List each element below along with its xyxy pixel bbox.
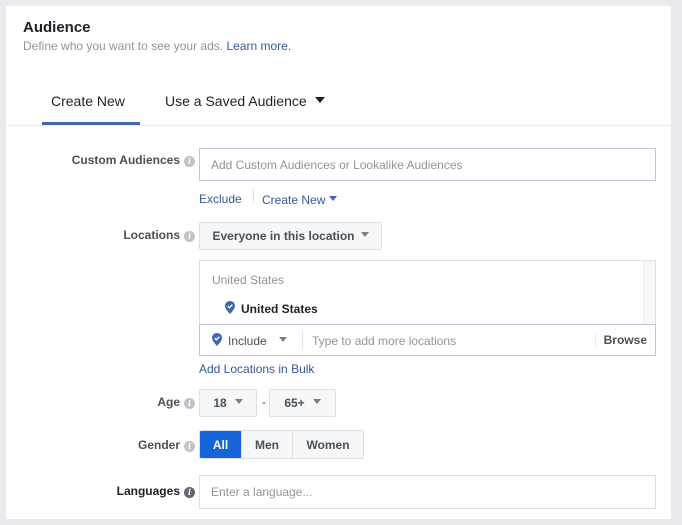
selected-location-item[interactable]: United States bbox=[225, 301, 318, 317]
custom-audiences-input[interactable]: Add Custom Audiences or Lookalike Audien… bbox=[199, 148, 656, 181]
gender-men-button[interactable]: Men bbox=[242, 431, 293, 458]
learn-more-link[interactable]: Learn more. bbox=[226, 39, 291, 53]
age-min-select[interactable]: 18 bbox=[199, 389, 257, 417]
label-text: Custom Audiences bbox=[71, 153, 180, 167]
select-value: Everyone in this location bbox=[212, 229, 355, 243]
active-tab-indicator bbox=[42, 122, 140, 125]
info-icon[interactable]: i bbox=[184, 398, 195, 409]
select-value: 18 bbox=[213, 396, 227, 410]
gender-label: Gender i bbox=[138, 438, 195, 452]
location-search-bar: Include Type to add more locations Brows… bbox=[199, 324, 656, 356]
caret-down-icon bbox=[312, 398, 321, 404]
audience-panel: Audience Define who you want to see your… bbox=[6, 6, 671, 519]
select-value: 65+ bbox=[284, 396, 305, 410]
browse-button[interactable]: Browse bbox=[604, 333, 647, 347]
locations-box: United States United States Include Type… bbox=[199, 260, 656, 356]
divider bbox=[302, 331, 303, 349]
gender-women-button[interactable]: Women bbox=[293, 431, 363, 458]
select-value: Include bbox=[228, 334, 267, 348]
location-scope-select[interactable]: Everyone in this location bbox=[199, 222, 382, 250]
link-divider bbox=[253, 189, 254, 203]
label-text: Locations bbox=[123, 228, 180, 242]
location-group-header: United States bbox=[212, 273, 285, 287]
info-icon[interactable]: i bbox=[184, 441, 195, 452]
divider bbox=[595, 332, 596, 348]
tab-create-new[interactable]: Create New bbox=[51, 93, 125, 109]
locations-scrollbar[interactable] bbox=[643, 261, 655, 324]
info-icon[interactable]: i bbox=[184, 156, 195, 167]
tab-label: Create New bbox=[51, 93, 125, 109]
label-text: Languages bbox=[116, 484, 180, 498]
age-separator: - bbox=[262, 395, 266, 409]
caret-down-icon bbox=[360, 231, 369, 237]
exclude-link[interactable]: Exclude bbox=[199, 192, 242, 206]
locations-label: Locations i bbox=[123, 228, 195, 242]
selected-locations-list: United States United States bbox=[200, 261, 644, 324]
caret-down-icon bbox=[314, 97, 325, 104]
age-label: Age i bbox=[157, 395, 195, 409]
input-placeholder: Add Custom Audiences or Lookalike Audien… bbox=[211, 157, 463, 172]
section-title: Audience bbox=[23, 19, 91, 36]
custom-audiences-label: Custom Audiences i bbox=[72, 153, 195, 167]
input-placeholder: Enter a language... bbox=[211, 485, 313, 499]
gender-toggle-group: All Men Women bbox=[199, 430, 364, 459]
create-new-dropdown[interactable]: Create New bbox=[262, 193, 338, 207]
caret-down-icon bbox=[278, 336, 287, 342]
link-text: Create New bbox=[262, 193, 326, 207]
tab-use-saved-audience[interactable]: Use a Saved Audience bbox=[165, 93, 325, 109]
info-icon[interactable]: i bbox=[184, 487, 195, 498]
section-subtitle: Define who you want to see your ads. Lea… bbox=[23, 39, 291, 53]
location-pin-icon bbox=[212, 333, 222, 349]
info-icon[interactable]: i bbox=[184, 231, 195, 242]
input-placeholder: Type to add more locations bbox=[312, 334, 457, 348]
include-select[interactable]: Include bbox=[212, 333, 287, 349]
gender-all-button[interactable]: All bbox=[200, 431, 242, 458]
add-locations-in-bulk-link[interactable]: Add Locations in Bulk bbox=[199, 362, 314, 376]
tab-label: Use a Saved Audience bbox=[165, 93, 307, 109]
subtitle-text: Define who you want to see your ads. bbox=[23, 39, 224, 53]
languages-input[interactable]: Enter a language... bbox=[199, 475, 656, 509]
caret-down-icon bbox=[329, 196, 338, 202]
location-pin-icon bbox=[225, 301, 235, 317]
audience-tabs: Create New Use a Saved Audience bbox=[6, 86, 671, 126]
label-text: Age bbox=[157, 395, 180, 409]
languages-label: Languages i bbox=[117, 484, 195, 498]
age-max-select[interactable]: 65+ bbox=[269, 389, 336, 417]
label-text: Gender bbox=[137, 438, 180, 452]
caret-down-icon bbox=[234, 398, 243, 404]
location-name: United States bbox=[241, 302, 318, 316]
location-search-input[interactable]: Type to add more locations bbox=[312, 334, 592, 348]
